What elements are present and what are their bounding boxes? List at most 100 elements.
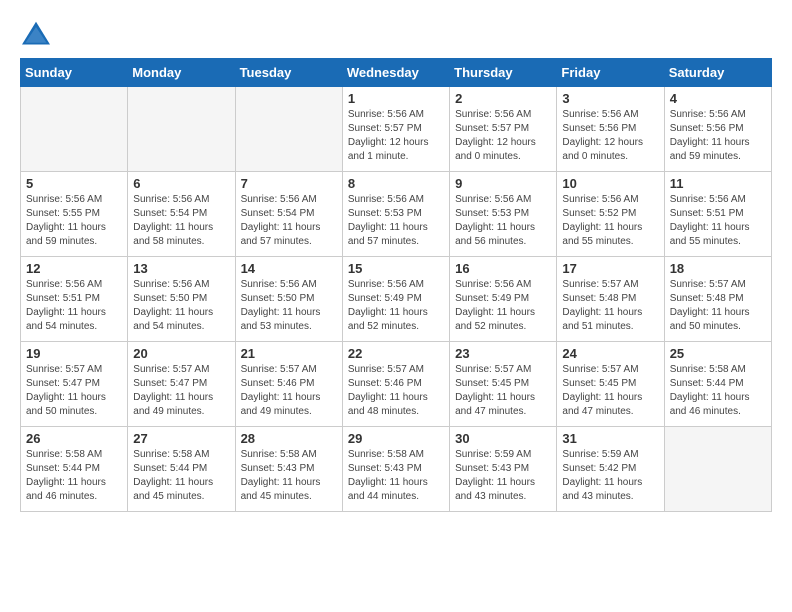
calendar-cell: 10 Sunrise: 5:56 AM Sunset: 5:52 PM Dayli… [557, 172, 664, 257]
weekday-header: Friday [557, 59, 664, 87]
calendar-cell: 7 Sunrise: 5:56 AM Sunset: 5:54 PM Daylig… [235, 172, 342, 257]
day-number: 4 [670, 91, 766, 106]
day-info: Sunrise: 5:58 AM Sunset: 5:44 PM Dayligh… [133, 448, 229, 504]
week-row: 19Sunrise: 5:57 AM Sunset: 5:47 PM Dayli… [21, 342, 772, 427]
day-number: 21 [241, 346, 337, 361]
calendar-cell: 22 Sunrise: 5:57 AM Sunset: 5:46 PM Dayli… [342, 342, 449, 427]
day-info: Sunrise: 5:56 AM Sunset: 5:56 PM Dayligh… [562, 108, 658, 164]
logo-icon [20, 20, 52, 48]
day-number: 13 [133, 261, 229, 276]
calendar-cell: 9 Sunrise: 5:56 AM Sunset: 5:53 PM Daylig… [450, 172, 557, 257]
calendar-cell: 12 Sunrise: 5:56 AM Sunset: 5:51 PM Dayli… [21, 257, 128, 342]
day-number: 22 [348, 346, 444, 361]
day-info: Sunrise: 5:56 AM Sunset: 5:51 PM Dayligh… [26, 278, 122, 334]
day-info: Sunrise: 5:58 AM Sunset: 5:44 PM Dayligh… [26, 448, 122, 504]
calendar-cell: 13Sunrise: 5:56 AM Sunset: 5:50 PM Dayli… [128, 257, 235, 342]
weekday-header-row: SundayMondayTuesdayWednesdayThursdayFrid… [21, 59, 772, 87]
day-number: 14 [241, 261, 337, 276]
calendar-cell: 5 Sunrise: 5:56 AM Sunset: 5:55 PM Daylig… [21, 172, 128, 257]
calendar-cell: 21Sunrise: 5:57 AM Sunset: 5:46 PM Dayli… [235, 342, 342, 427]
day-info: Sunrise: 5:57 AM Sunset: 5:47 PM Dayligh… [26, 363, 122, 419]
weekday-header: Thursday [450, 59, 557, 87]
day-number: 1 [348, 91, 444, 106]
day-info: Sunrise: 5:57 AM Sunset: 5:45 PM Dayligh… [455, 363, 551, 419]
day-info: Sunrise: 5:56 AM Sunset: 5:54 PM Dayligh… [133, 193, 229, 249]
week-row: 5 Sunrise: 5:56 AM Sunset: 5:55 PM Daylig… [21, 172, 772, 257]
day-info: Sunrise: 5:56 AM Sunset: 5:51 PM Dayligh… [670, 193, 766, 249]
day-number: 25 [670, 346, 766, 361]
day-info: Sunrise: 5:56 AM Sunset: 5:50 PM Dayligh… [241, 278, 337, 334]
day-number: 18 [670, 261, 766, 276]
day-number: 10 [562, 176, 658, 191]
day-info: Sunrise: 5:56 AM Sunset: 5:54 PM Dayligh… [241, 193, 337, 249]
calendar-cell: 6 Sunrise: 5:56 AM Sunset: 5:54 PM Daylig… [128, 172, 235, 257]
day-number: 15 [348, 261, 444, 276]
day-info: Sunrise: 5:56 AM Sunset: 5:55 PM Dayligh… [26, 193, 122, 249]
day-number: 23 [455, 346, 551, 361]
calendar-cell [235, 87, 342, 172]
calendar-cell: 31 Sunrise: 5:59 AM Sunset: 5:42 PM Dayli… [557, 427, 664, 512]
calendar-cell: 2Sunrise: 5:56 AM Sunset: 5:57 PM Daylig… [450, 87, 557, 172]
calendar-cell: 23 Sunrise: 5:57 AM Sunset: 5:45 PM Dayli… [450, 342, 557, 427]
calendar-cell: 20 Sunrise: 5:57 AM Sunset: 5:47 PM Dayli… [128, 342, 235, 427]
calendar-cell: 15 Sunrise: 5:56 AM Sunset: 5:49 PM Dayli… [342, 257, 449, 342]
day-number: 2 [455, 91, 551, 106]
logo [20, 20, 54, 48]
calendar-cell: 29Sunrise: 5:58 AM Sunset: 5:43 PM Dayli… [342, 427, 449, 512]
day-number: 8 [348, 176, 444, 191]
calendar-cell [128, 87, 235, 172]
weekday-header: Tuesday [235, 59, 342, 87]
calendar-cell: 26 Sunrise: 5:58 AM Sunset: 5:44 PM Dayli… [21, 427, 128, 512]
day-number: 28 [241, 431, 337, 446]
week-row: 1 Sunrise: 5:56 AM Sunset: 5:57 PM Daylig… [21, 87, 772, 172]
calendar-cell: 28Sunrise: 5:58 AM Sunset: 5:43 PM Dayli… [235, 427, 342, 512]
calendar-cell [664, 427, 771, 512]
calendar-cell: 11 Sunrise: 5:56 AM Sunset: 5:51 PM Dayli… [664, 172, 771, 257]
day-number: 17 [562, 261, 658, 276]
weekday-header: Sunday [21, 59, 128, 87]
day-number: 3 [562, 91, 658, 106]
calendar-cell: 3 Sunrise: 5:56 AM Sunset: 5:56 PM Daylig… [557, 87, 664, 172]
calendar-cell: 27 Sunrise: 5:58 AM Sunset: 5:44 PM Dayli… [128, 427, 235, 512]
weekday-header: Saturday [664, 59, 771, 87]
day-number: 11 [670, 176, 766, 191]
day-info: Sunrise: 5:57 AM Sunset: 5:46 PM Dayligh… [348, 363, 444, 419]
day-number: 12 [26, 261, 122, 276]
day-info: Sunrise: 5:56 AM Sunset: 5:49 PM Dayligh… [455, 278, 551, 334]
calendar-table: SundayMondayTuesdayWednesdayThursdayFrid… [20, 58, 772, 512]
day-number: 20 [133, 346, 229, 361]
day-number: 27 [133, 431, 229, 446]
calendar-cell: 16 Sunrise: 5:56 AM Sunset: 5:49 PM Dayli… [450, 257, 557, 342]
week-row: 12 Sunrise: 5:56 AM Sunset: 5:51 PM Dayli… [21, 257, 772, 342]
calendar-cell: 17Sunrise: 5:57 AM Sunset: 5:48 PM Dayli… [557, 257, 664, 342]
day-info: Sunrise: 5:57 AM Sunset: 5:45 PM Dayligh… [562, 363, 658, 419]
calendar-cell: 1 Sunrise: 5:56 AM Sunset: 5:57 PM Daylig… [342, 87, 449, 172]
day-number: 29 [348, 431, 444, 446]
day-number: 26 [26, 431, 122, 446]
calendar-cell: 18 Sunrise: 5:57 AM Sunset: 5:48 PM Dayli… [664, 257, 771, 342]
day-info: Sunrise: 5:56 AM Sunset: 5:52 PM Dayligh… [562, 193, 658, 249]
day-number: 31 [562, 431, 658, 446]
day-info: Sunrise: 5:56 AM Sunset: 5:57 PM Dayligh… [348, 108, 444, 164]
day-info: Sunrise: 5:56 AM Sunset: 5:49 PM Dayligh… [348, 278, 444, 334]
day-number: 16 [455, 261, 551, 276]
day-info: Sunrise: 5:57 AM Sunset: 5:47 PM Dayligh… [133, 363, 229, 419]
week-row: 26 Sunrise: 5:58 AM Sunset: 5:44 PM Dayli… [21, 427, 772, 512]
day-info: Sunrise: 5:59 AM Sunset: 5:42 PM Dayligh… [562, 448, 658, 504]
calendar-cell: 24 Sunrise: 5:57 AM Sunset: 5:45 PM Dayli… [557, 342, 664, 427]
page-header [20, 20, 772, 48]
calendar-cell [21, 87, 128, 172]
day-number: 6 [133, 176, 229, 191]
day-info: Sunrise: 5:56 AM Sunset: 5:53 PM Dayligh… [348, 193, 444, 249]
day-number: 9 [455, 176, 551, 191]
day-info: Sunrise: 5:58 AM Sunset: 5:44 PM Dayligh… [670, 363, 766, 419]
calendar-cell: 14 Sunrise: 5:56 AM Sunset: 5:50 PM Dayli… [235, 257, 342, 342]
day-info: Sunrise: 5:56 AM Sunset: 5:56 PM Dayligh… [670, 108, 766, 164]
day-info: Sunrise: 5:56 AM Sunset: 5:53 PM Dayligh… [455, 193, 551, 249]
day-number: 7 [241, 176, 337, 191]
day-number: 5 [26, 176, 122, 191]
day-number: 30 [455, 431, 551, 446]
day-info: Sunrise: 5:59 AM Sunset: 5:43 PM Dayligh… [455, 448, 551, 504]
day-number: 24 [562, 346, 658, 361]
day-info: Sunrise: 5:57 AM Sunset: 5:48 PM Dayligh… [670, 278, 766, 334]
